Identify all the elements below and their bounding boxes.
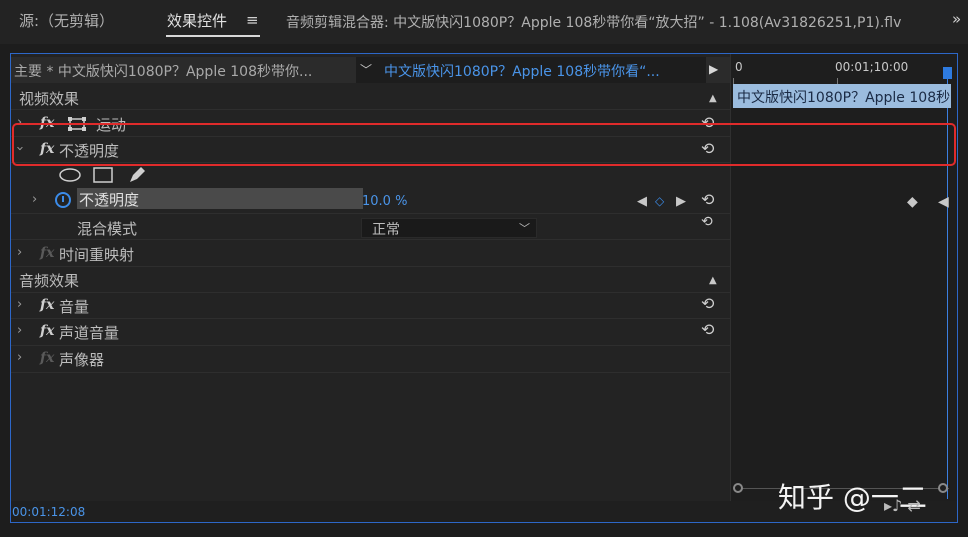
effect-row-time-remap[interactable]: › fx 时间重映射 bbox=[11, 240, 730, 267]
add-keyframe-icon[interactable]: ◇ bbox=[655, 194, 664, 208]
opacity-param-label-field[interactable]: 不透明度 bbox=[77, 188, 363, 209]
scroll-end-handle[interactable] bbox=[938, 483, 948, 493]
audio-effects-title: 音频效果 bbox=[19, 272, 80, 290]
panel-menu-icon[interactable]: ≡ bbox=[246, 11, 259, 29]
master-clip-label[interactable]: 主要 * 中文版快闪1080P？Apple 108秒带你... bbox=[14, 61, 312, 81]
pen-mask-icon[interactable] bbox=[127, 165, 149, 185]
clip-dropdown[interactable]: ﹀ 中文版快闪1080P？Apple 108秒带你看“... bbox=[356, 57, 706, 83]
reset-icon[interactable]: ⟲ bbox=[701, 294, 714, 313]
tab-effect-controls[interactable]: 效果控件 bbox=[167, 10, 227, 31]
rectangle-mask-icon[interactable] bbox=[93, 166, 115, 184]
chevron-right-icon[interactable]: › bbox=[32, 192, 37, 207]
chevron-down-icon: ﹀ bbox=[360, 63, 373, 77]
opacity-param-label: 不透明度 bbox=[79, 191, 140, 209]
effects-list-pane: 主要 * 中文版快闪1080P？Apple 108秒带你... ﹀ 中文版快闪1… bbox=[11, 54, 730, 519]
ellipse-mask-icon[interactable] bbox=[59, 167, 83, 183]
audio-effects-header: 音频效果 ▲ bbox=[11, 267, 730, 293]
scroll-start-handle[interactable] bbox=[733, 483, 743, 493]
stopwatch-icon[interactable] bbox=[55, 192, 71, 208]
ruler-start-label: 0 bbox=[735, 60, 743, 74]
timeline-clip[interactable]: 中文版快闪1080P？Apple 108秒 bbox=[733, 84, 951, 108]
effect-row-panner[interactable]: › fx 声像器 bbox=[11, 346, 730, 373]
more-tabs-icon[interactable]: » bbox=[952, 10, 961, 28]
keyframe-timeline-pane: 0 00:01;10:00 中文版快闪1080P？Apple 108秒 ◆ ◀ bbox=[730, 54, 957, 501]
fx-icon[interactable]: fx bbox=[40, 323, 54, 339]
opacity-value[interactable]: 10.0 % bbox=[362, 194, 407, 209]
clip-selector-bar: 主要 * 中文版快闪1080P？Apple 108秒带你... ﹀ 中文版快闪1… bbox=[11, 57, 730, 83]
panel-tab-bar: 源:（无剪辑） 效果控件 ≡ 音频剪辑混合器: 中文版快闪1080P？Apple… bbox=[0, 0, 968, 44]
chevron-right-icon[interactable]: › bbox=[17, 245, 22, 260]
prev-keyframe-icon[interactable]: ◀ bbox=[637, 194, 647, 209]
collapse-up-icon[interactable]: ▲ bbox=[709, 93, 717, 104]
video-effects-title: 视频效果 bbox=[19, 90, 80, 108]
current-timecode[interactable]: 00:01:12:08 bbox=[12, 505, 85, 519]
effect-label-volume: 音量 bbox=[59, 298, 90, 316]
blend-mode-label: 混合模式 bbox=[77, 220, 138, 238]
keyframe-diamond-icon[interactable]: ◆ bbox=[907, 194, 918, 210]
fx-icon: fx bbox=[40, 245, 55, 261]
chevron-down-icon: ﹀ bbox=[519, 222, 530, 235]
next-keyframe-icon[interactable]: ▶ bbox=[676, 194, 686, 209]
reset-icon[interactable]: ⟲ bbox=[701, 320, 714, 339]
effect-label-panner: 声像器 bbox=[59, 351, 105, 369]
video-effects-header: 视频效果 ▲ bbox=[11, 86, 730, 110]
active-tab-indicator bbox=[166, 35, 260, 37]
effect-label-channel-volume: 声道音量 bbox=[59, 324, 120, 342]
fx-icon[interactable]: fx bbox=[40, 297, 54, 313]
effect-row-channel-volume[interactable]: › fx 声道音量 ⟲ bbox=[11, 319, 730, 346]
keyframe-half-diamond-icon[interactable]: ◀ bbox=[938, 194, 949, 210]
timeline-clip-name: 中文版快闪1080P？Apple 108秒 bbox=[737, 90, 951, 106]
playhead-handle[interactable] bbox=[943, 67, 952, 79]
reset-icon[interactable]: ⟲ bbox=[701, 214, 713, 230]
chevron-right-icon[interactable]: › bbox=[17, 323, 22, 338]
clip-name: 中文版快闪1080P？Apple 108秒带你看“... bbox=[384, 64, 660, 80]
collapse-up-icon[interactable]: ▲ bbox=[709, 275, 717, 286]
reset-icon[interactable]: ⟲ bbox=[701, 190, 714, 209]
effect-label-time-remap: 时间重映射 bbox=[59, 246, 135, 264]
fx-icon: fx bbox=[40, 350, 55, 366]
tab-source[interactable]: 源:（无剪辑） bbox=[19, 10, 114, 31]
tab-audio-clip-mixer[interactable]: 音频剪辑混合器: 中文版快闪1080P？Apple 108秒带你看“放大招” -… bbox=[286, 12, 901, 32]
ruler-time-label: 00:01;10:00 bbox=[835, 60, 909, 74]
blend-mode-dropdown[interactable]: 正常 ﹀ bbox=[361, 218, 537, 238]
red-highlight-annotation bbox=[12, 123, 956, 166]
chevron-right-icon[interactable]: › bbox=[17, 350, 22, 365]
blend-mode-value: 正常 bbox=[372, 222, 400, 238]
effect-row-volume[interactable]: › fx 音量 ⟲ bbox=[11, 293, 730, 319]
chevron-right-icon[interactable]: › bbox=[17, 297, 22, 312]
mask-tools-row bbox=[11, 163, 730, 187]
play-icon[interactable]: ▶ bbox=[709, 62, 718, 76]
audio-loop-icons[interactable]: ▸♪ ⇄ bbox=[884, 496, 921, 515]
